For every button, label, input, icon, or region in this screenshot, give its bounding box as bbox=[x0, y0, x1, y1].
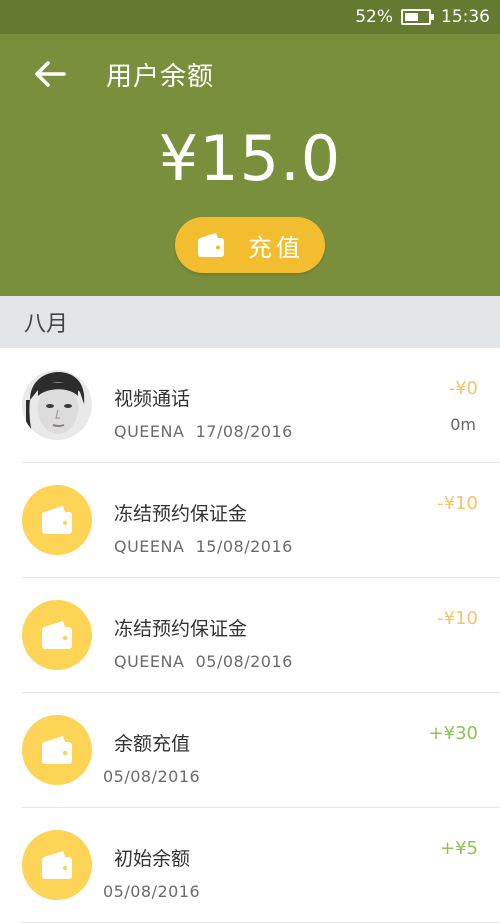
status-bar: 52% 15:36 bbox=[0, 0, 500, 34]
transaction-amount: +¥30 bbox=[428, 723, 478, 744]
page-title: 用户余额 bbox=[106, 62, 215, 92]
transaction-item[interactable]: 视频通话 QUEENA 17/08/2016 -¥0 0m bbox=[0, 348, 500, 463]
recharge-label: 充值 bbox=[248, 233, 304, 262]
wallet-badge bbox=[22, 485, 92, 555]
avatar bbox=[22, 370, 92, 440]
transaction-user: QUEENA bbox=[114, 537, 185, 556]
transaction-user: QUEENA bbox=[114, 422, 185, 441]
balance-amount: ¥15.0 bbox=[158, 122, 342, 195]
transaction-date: 15/08/2016 bbox=[195, 537, 293, 556]
wallet-badge bbox=[22, 715, 92, 785]
transaction-meta: 05/08/2016 bbox=[103, 882, 200, 901]
transaction-amount: -¥10 bbox=[437, 608, 478, 629]
transaction-item[interactable]: 初始余额 05/08/2016 +¥5 bbox=[0, 808, 500, 923]
battery-icon bbox=[401, 9, 434, 25]
transaction-date: 05/08/2016 bbox=[103, 882, 201, 901]
transaction-item[interactable]: 冻结预约保证金 QUEENA 05/08/2016 -¥10 bbox=[0, 578, 500, 693]
back-button[interactable] bbox=[30, 54, 70, 94]
transaction-title: 初始余额 bbox=[114, 848, 191, 870]
transaction-title: 视频通话 bbox=[114, 388, 191, 410]
transaction-meta: 05/08/2016 bbox=[103, 767, 200, 786]
month-section-header: 八月 bbox=[0, 296, 500, 348]
transaction-list: 视频通话 QUEENA 17/08/2016 -¥0 0m 冻结预约保证金 QU… bbox=[0, 348, 500, 923]
wallet-icon bbox=[198, 233, 224, 257]
wallet-icon bbox=[42, 621, 72, 649]
transaction-meta: QUEENA 17/08/2016 bbox=[114, 422, 293, 441]
wallet-badge bbox=[22, 600, 92, 670]
transaction-user: QUEENA bbox=[114, 652, 185, 671]
transaction-title: 余额充值 bbox=[114, 733, 191, 755]
transaction-title: 冻结预约保证金 bbox=[114, 503, 248, 525]
transaction-date: 05/08/2016 bbox=[195, 652, 293, 671]
transaction-meta: QUEENA 05/08/2016 bbox=[114, 652, 293, 671]
arrow-left-icon bbox=[35, 61, 66, 87]
balance-header: 用户余额 ¥15.0 充值 bbox=[0, 34, 500, 296]
transaction-date: 05/08/2016 bbox=[103, 767, 201, 786]
transaction-item[interactable]: 余额充值 05/08/2016 +¥30 bbox=[0, 693, 500, 808]
wallet-icon bbox=[42, 736, 72, 764]
battery-percentage: 52% bbox=[355, 7, 393, 27]
transaction-amount: -¥0 bbox=[448, 378, 478, 399]
transaction-amount: +¥5 bbox=[440, 838, 478, 859]
transaction-date: 17/08/2016 bbox=[195, 422, 293, 441]
transaction-amount: -¥10 bbox=[437, 493, 478, 514]
recharge-button[interactable]: 充值 bbox=[175, 217, 325, 273]
user-photo-icon bbox=[22, 370, 92, 440]
transaction-title: 冻结预约保证金 bbox=[114, 618, 248, 640]
call-duration: 0m bbox=[450, 415, 476, 434]
transaction-meta: QUEENA 15/08/2016 bbox=[114, 537, 293, 556]
wallet-icon bbox=[42, 851, 72, 879]
clock: 15:36 bbox=[441, 7, 490, 27]
transaction-item[interactable]: 冻结预约保证金 QUEENA 15/08/2016 -¥10 bbox=[0, 463, 500, 578]
wallet-icon bbox=[42, 506, 72, 534]
